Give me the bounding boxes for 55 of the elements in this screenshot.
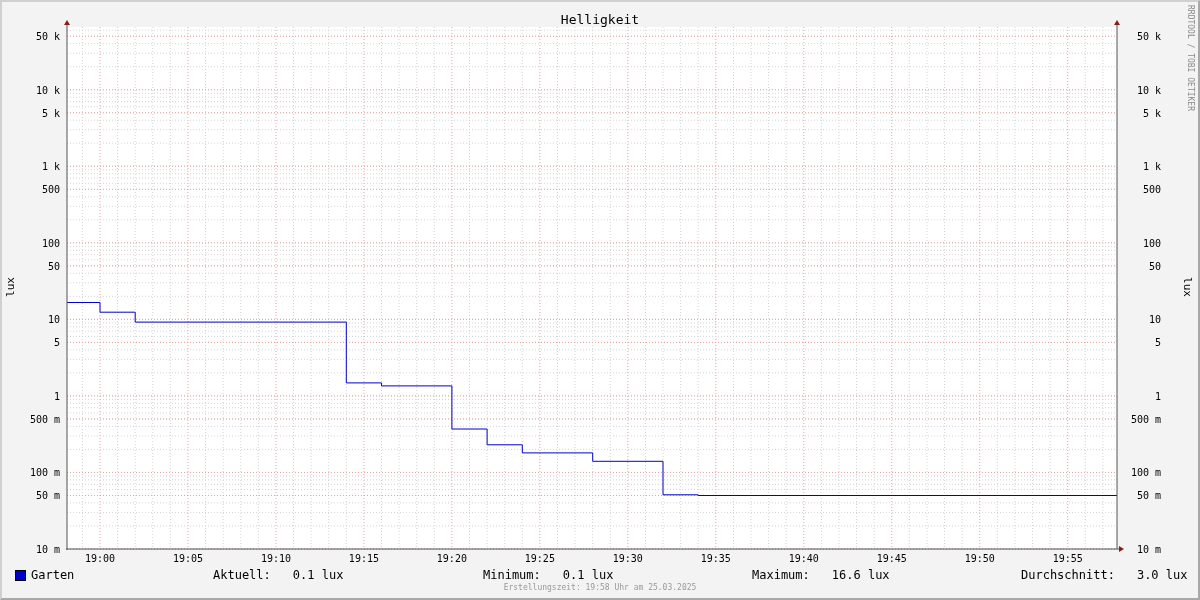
y-tick-label: 1 xyxy=(1154,390,1161,402)
x-tick-label: 19:30 xyxy=(612,553,643,564)
y-tick-label: 1 k xyxy=(41,161,60,173)
x-tick-label: 19:55 xyxy=(1052,553,1083,564)
y-tick-label: 10 k xyxy=(1136,84,1161,96)
y-tick-label: 100 m xyxy=(1130,467,1161,479)
stat-label: Minimum: xyxy=(483,568,541,582)
y-tick-label: 1 k xyxy=(1142,161,1161,173)
y-tick-label: 50 m xyxy=(1136,490,1161,502)
legend-swatch xyxy=(15,569,26,581)
y-tick-label: 1 xyxy=(53,390,60,402)
y-tick-label: 100 m xyxy=(29,467,60,479)
y-tick-label: 10 m xyxy=(35,544,60,555)
y-tick-label: 5 k xyxy=(1142,107,1161,119)
legend-label: Garten xyxy=(31,568,75,582)
y-tick-label: 10 xyxy=(47,314,60,326)
y-tick-label: 500 xyxy=(41,184,60,196)
x-tick-label: 19:05 xyxy=(172,553,203,564)
x-tick-label: 19:35 xyxy=(700,553,731,564)
y-tick-label: 50 k xyxy=(35,31,60,43)
stat-label: Aktuell: xyxy=(213,568,271,582)
y-tick-label: 100 xyxy=(41,237,60,249)
y-tick-label: 50 k xyxy=(1136,31,1161,43)
stat-value: 0.1 lux xyxy=(562,568,614,582)
stat-value: 3.0 lux xyxy=(1136,568,1188,582)
y-tick-label: 500 xyxy=(1142,184,1161,196)
y-tick-label: 10 xyxy=(1148,314,1161,326)
credit-text: RRDTOOL / TOBI OETIKER xyxy=(1186,5,1195,111)
chart-title: Helligkeit xyxy=(560,12,640,27)
creation-time-text: Erstellungszeit: 19:58 Uhr am 25.03.2025 xyxy=(502,583,698,592)
stat-value: 16.6 lux xyxy=(831,568,890,582)
x-tick-label: 19:15 xyxy=(348,553,379,564)
x-tick-label: 19:00 xyxy=(84,553,116,564)
x-tick-label: 19:25 xyxy=(524,553,555,564)
x-tick-label: 19:45 xyxy=(876,553,907,564)
y-tick-label: 10 m xyxy=(1136,544,1161,555)
y-tick-label: 50 m xyxy=(35,490,60,502)
stat-label: Maximum: xyxy=(752,568,810,582)
stat-label: Durchschnitt: xyxy=(1021,568,1115,582)
y-tick-label: 5 k xyxy=(41,107,60,119)
x-tick-label: 19:40 xyxy=(788,553,819,564)
y-tick-label: 500 m xyxy=(1130,413,1161,425)
y-tick-label: 10 k xyxy=(35,84,60,96)
y-tick-label: 50 xyxy=(47,260,60,272)
y-axis-label: lux xyxy=(1181,277,1194,297)
x-tick-label: 19:50 xyxy=(964,553,995,564)
x-tick-label: 19:10 xyxy=(260,553,291,564)
stat-value: 0.1 lux xyxy=(292,568,344,582)
y-tick-label: 500 m xyxy=(29,413,60,425)
y-axis-label: lux xyxy=(4,277,17,297)
y-tick-label: 100 xyxy=(1142,237,1161,249)
x-tick-label: 19:20 xyxy=(436,553,467,564)
y-tick-label: 5 xyxy=(1154,337,1161,349)
y-tick-label: 50 xyxy=(1148,260,1161,272)
y-tick-label: 5 xyxy=(53,337,60,349)
